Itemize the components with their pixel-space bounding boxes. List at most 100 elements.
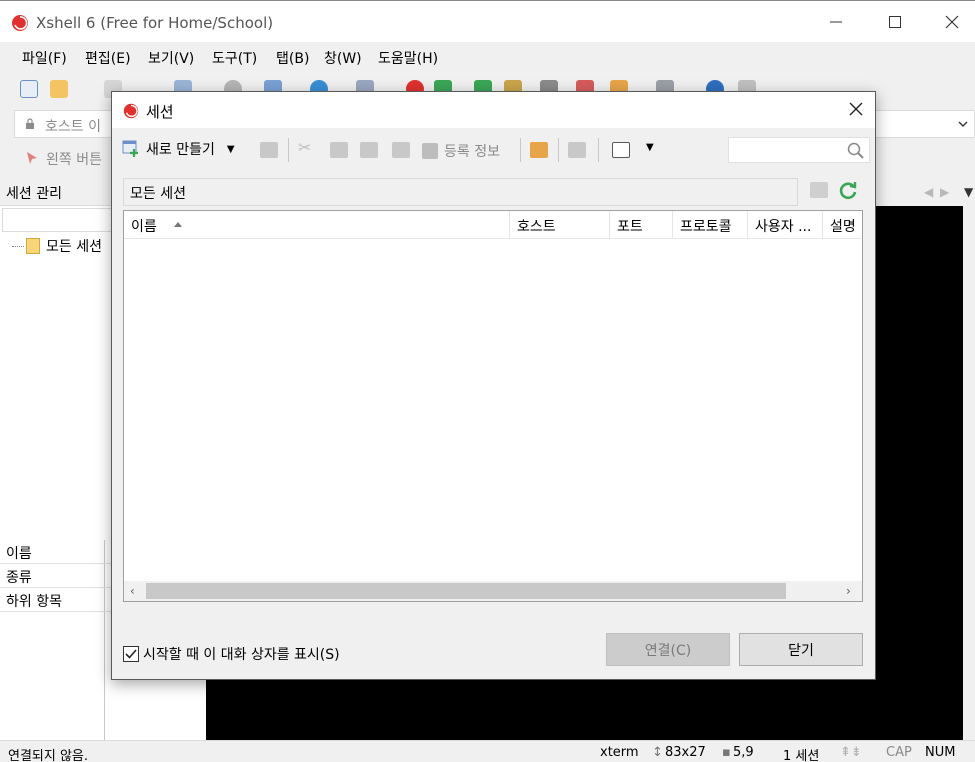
window-title: Xshell 6 (Free for Home/School)	[36, 14, 274, 32]
folder-icon[interactable]	[530, 142, 548, 158]
column-label: 이름	[131, 219, 157, 235]
maximize-button[interactable]	[872, 1, 918, 43]
search-icon	[847, 142, 864, 159]
dialog-search-input[interactable]	[728, 137, 870, 163]
session-dialog: 세션 새로 만들기 ▼ ✂ 등록 정보 ▼ 모든 세션 이름 호스트 포트 프로…	[111, 91, 876, 680]
minimize-icon	[830, 21, 842, 23]
open-folder-icon[interactable]	[50, 80, 68, 98]
dialog-toolbar: 새로 만들기 ▼ ✂ 등록 정보 ▼	[112, 132, 875, 166]
column-user[interactable]: 사용자 ...	[748, 211, 823, 239]
view-mode-icon[interactable]	[612, 142, 630, 158]
tab-menu-icon[interactable]: ▼	[964, 185, 973, 199]
session-list[interactable]: 이름 호스트 포트 프로토콜 사용자 ... 설명 ‹ ›	[123, 210, 863, 602]
menu-tools[interactable]: 도구(T)	[212, 48, 257, 68]
new-session-button[interactable]: 새로 만들기 ▼	[122, 136, 235, 162]
column-port[interactable]: 포트	[610, 211, 673, 239]
close-icon[interactable]	[849, 102, 863, 116]
properties-label: 등록 정보	[444, 144, 500, 160]
window-titlebar: Xshell 6 (Free for Home/School)	[0, 0, 975, 42]
window-close-button[interactable]	[929, 1, 975, 43]
refresh-icon[interactable]	[837, 179, 859, 201]
column-label: 호스트	[517, 219, 556, 235]
properties-icon	[422, 143, 438, 159]
scroll-right-icon[interactable]: ›	[846, 584, 851, 598]
menu-help[interactable]: 도움말(H)	[378, 48, 438, 68]
new-session-icon[interactable]	[20, 80, 38, 98]
folder-up-icon[interactable]	[810, 182, 828, 198]
toolbar-separator	[288, 138, 289, 162]
path-breadcrumb: 모든 세션	[123, 178, 798, 206]
minimize-button[interactable]	[813, 1, 859, 43]
sort-ascending-icon	[174, 222, 182, 227]
column-label: 포트	[617, 219, 643, 235]
connect-button[interactable]: 연결(C)	[606, 633, 730, 666]
caps-indicator: CAP	[886, 745, 912, 760]
new-session-label: 새로 만들기	[146, 142, 215, 158]
chevron-down-icon[interactable]: ▼	[227, 144, 235, 155]
scroll-arrows-icon: ⇞⇟	[840, 745, 862, 760]
column-name[interactable]: 이름	[124, 211, 510, 239]
property-key: 하위 항목	[6, 594, 62, 610]
column-label: 설명	[830, 219, 856, 235]
close-button[interactable]: 닫기	[739, 633, 863, 666]
scroll-left-icon[interactable]: ‹	[130, 584, 135, 598]
copy-icon[interactable]	[330, 142, 348, 158]
delete-icon[interactable]	[392, 142, 410, 158]
dialog-titlebar: 세션	[112, 92, 875, 128]
export-icon[interactable]	[568, 142, 586, 158]
menu-edit[interactable]: 편집(E)	[85, 48, 131, 68]
toolbar-separator	[598, 138, 599, 162]
terminal-size: 83x27	[665, 745, 706, 760]
paste-icon[interactable]	[360, 142, 378, 158]
session-manager-title: 세션 관리	[6, 186, 62, 202]
path-label: 모든 세션	[130, 186, 186, 202]
toolbar-separator	[558, 138, 559, 162]
session-list-header: 이름 호스트 포트 프로토콜 사용자 ... 설명	[124, 211, 862, 239]
show-on-startup-checkbox[interactable]: 시작할 때 이 대화 상자를 표시(S)	[123, 644, 340, 664]
xshell-logo-icon	[123, 103, 139, 119]
maximize-icon	[889, 16, 901, 28]
tree-item-label: 모든 세션	[46, 239, 102, 255]
toolbar-separator	[520, 138, 521, 162]
num-indicator: NUM	[925, 745, 956, 760]
cursor-position: 5,9	[733, 745, 754, 760]
show-on-startup-label: 시작할 때 이 대화 상자를 표시(S)	[143, 647, 340, 663]
terminal-type: xterm	[600, 745, 639, 760]
tab-next-icon[interactable]: ▶	[940, 185, 949, 199]
scroll-thumb[interactable]	[146, 583, 786, 599]
folder-icon	[26, 238, 40, 254]
terminal-scrollbar[interactable]	[963, 206, 975, 740]
menu-tab[interactable]: 탭(B)	[276, 48, 309, 68]
properties-button[interactable]: 등록 정보	[422, 141, 500, 161]
column-label: 사용자 ...	[755, 219, 812, 235]
lock-icon	[26, 118, 34, 129]
column-description[interactable]: 설명	[823, 211, 862, 239]
address-placeholder: 호스트 이	[45, 119, 101, 135]
session-count: 1 세션	[783, 749, 820, 762]
size-icon: ↕	[652, 745, 663, 760]
menu-bar: 파일(F) 편집(E) 보기(V) 도구(T) 탭(B) 창(W) 도움말(H)	[0, 42, 975, 72]
column-host[interactable]: 호스트	[510, 211, 610, 239]
menu-file[interactable]: 파일(F)	[22, 48, 67, 68]
menu-view[interactable]: 보기(V)	[148, 48, 194, 68]
cut-icon[interactable]: ✂	[298, 138, 316, 157]
new-session-icon	[122, 140, 138, 157]
column-protocol[interactable]: 프로토콜	[673, 211, 748, 239]
property-key: 이름	[6, 546, 32, 562]
status-bar: 연결되지 않음. xterm ↕ 83x27 ▪ 5,9 1 세션 ⇞⇟ CAP…	[0, 740, 975, 762]
tree-connector	[12, 246, 24, 247]
close-icon	[945, 15, 959, 29]
link-text[interactable]: 왼쪽 버튼	[46, 149, 102, 169]
horizontal-scrollbar[interactable]: ‹ ›	[124, 581, 862, 601]
checkmark-icon	[125, 649, 137, 659]
open-icon[interactable]	[260, 142, 278, 158]
column-label: 프로토콜	[680, 219, 732, 235]
pointer-icon	[27, 152, 37, 164]
tab-prev-icon[interactable]: ◀	[924, 185, 933, 199]
chevron-down-icon[interactable]	[958, 120, 968, 128]
menu-window[interactable]: 창(W)	[324, 48, 362, 68]
checkbox-box[interactable]	[123, 646, 139, 662]
connection-status: 연결되지 않음.	[8, 749, 89, 762]
chevron-down-icon[interactable]: ▼	[646, 142, 654, 153]
cursor-icon: ▪	[722, 745, 731, 760]
